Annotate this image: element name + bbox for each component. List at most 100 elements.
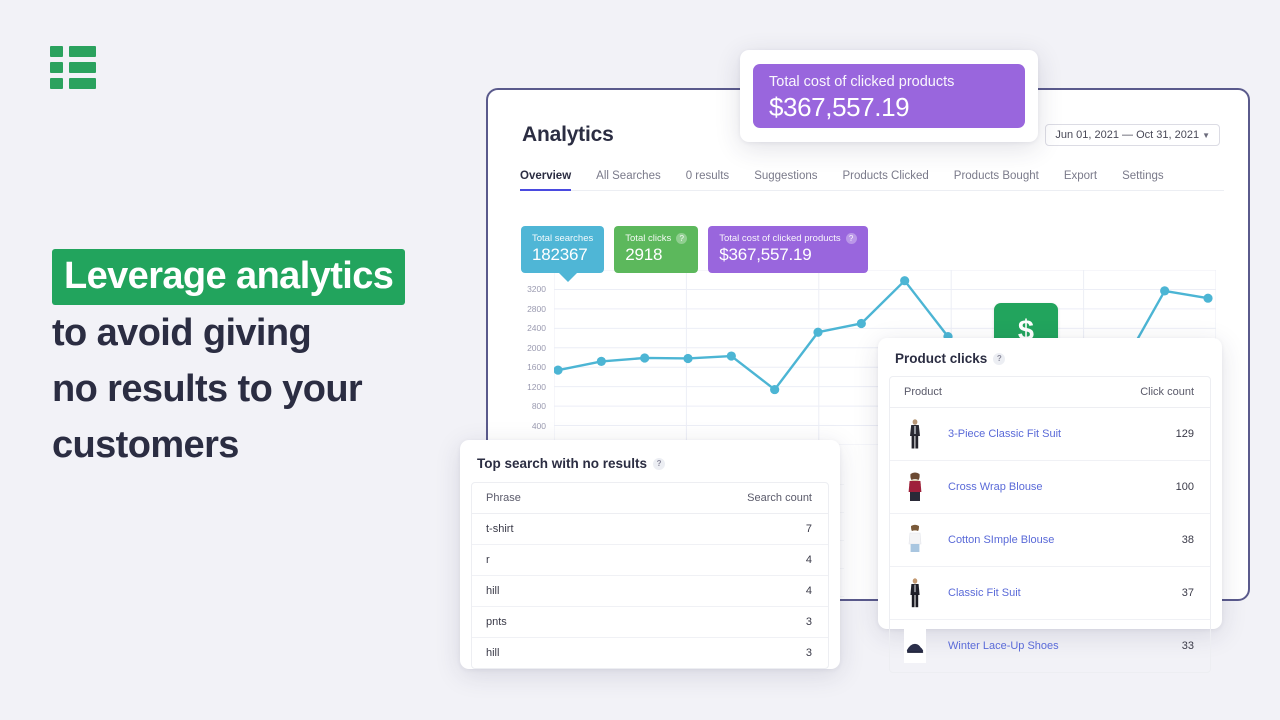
chart-y-tick: 1600 xyxy=(527,362,546,373)
cell-product: 3-Piece Classic Fit Suit xyxy=(890,407,1118,461)
shoe-navy-thumb xyxy=(904,629,926,663)
chart-data-point[interactable] xyxy=(770,384,780,395)
tab-products-clicked[interactable]: Products Clicked xyxy=(842,170,928,191)
column-header-product: Product xyxy=(890,377,1118,408)
tab-label: Products Bought xyxy=(953,170,1039,182)
tab-products-bought[interactable]: Products Bought xyxy=(954,170,1039,191)
headline-line-4: customers xyxy=(52,424,239,466)
cell-search-count: 4 xyxy=(606,575,828,607)
stat-chip-total-clicks[interactable]: Total clicks? 2918 xyxy=(614,226,699,273)
cell-search-count: 3 xyxy=(606,606,828,638)
chart-data-point[interactable] xyxy=(596,356,606,366)
cell-product: Cross Wrap Blouse xyxy=(890,460,1118,514)
table-row[interactable]: pnts 3 xyxy=(472,606,828,638)
tab-0-results[interactable]: 0 results xyxy=(686,170,729,191)
chart-y-tick: 2800 xyxy=(527,303,546,314)
table-row[interactable]: hill 3 xyxy=(472,638,828,669)
product-link[interactable]: Cotton SImple Blouse xyxy=(948,534,1054,546)
stat-chip-label-text: Total searches xyxy=(532,233,594,244)
stat-chip-total-searches[interactable]: Total searches 182367 xyxy=(521,226,605,282)
tab-overview[interactable]: Overview xyxy=(520,170,572,191)
logo-row xyxy=(50,78,96,89)
cell-click-count: 100 xyxy=(1117,460,1210,514)
question-mark-icon[interactable]: ? xyxy=(653,457,666,470)
product-clicks-table-body: 3-Piece Classic Fit Suit 129 Cross Wrap Bl… xyxy=(890,407,1210,673)
logo-row xyxy=(50,62,96,73)
cell-phrase: hill xyxy=(472,575,607,607)
cell-click-count: 33 xyxy=(1181,640,1194,652)
cell-phrase: hill xyxy=(486,647,500,659)
tab-all-searches[interactable]: All Searches xyxy=(596,170,661,191)
question-mark-icon[interactable]: ? xyxy=(676,233,688,244)
chart-data-point[interactable] xyxy=(640,353,650,363)
logo-bar xyxy=(69,78,96,89)
tab-label: Export xyxy=(1063,170,1098,182)
table-header-row: Phrase Search count xyxy=(472,483,828,514)
chart-y-tick: 2000 xyxy=(527,342,546,353)
cell-search-count: 3 xyxy=(805,647,812,659)
date-range-label: Jun 01, 2021 — Oct 31, 2021 xyxy=(1055,129,1200,141)
product-link[interactable]: Winter Lace-Up Shoes xyxy=(948,640,1059,652)
table-row[interactable]: t-shirt 7 xyxy=(472,513,828,545)
tab-suggestions[interactable]: Suggestions xyxy=(754,170,817,191)
chart-data-point[interactable] xyxy=(1203,293,1213,303)
question-mark-icon[interactable]: ? xyxy=(845,233,857,244)
product-clicks-card-title: Product clicks ? xyxy=(895,351,1222,366)
top-search-no-results-card: Top search with no results ? Phrase Sear… xyxy=(460,440,840,669)
tab-label: Settings xyxy=(1122,170,1164,182)
table-row[interactable]: hill 4 xyxy=(472,575,828,607)
total-cost-tooltip-body: Total cost of clicked products $367,557.… xyxy=(753,64,1025,128)
cell-product: Winter Lace-Up Shoes xyxy=(890,620,1117,673)
chart-data-point[interactable] xyxy=(726,351,736,361)
column-header-click-count: Click count xyxy=(1117,377,1210,408)
tab-label: Products Clicked xyxy=(842,170,929,182)
chart-data-point[interactable] xyxy=(1160,286,1170,296)
chart-data-point[interactable] xyxy=(856,318,866,329)
table-row[interactable]: Classic Fit Suit 37 xyxy=(890,566,1210,620)
tab-export[interactable]: Export xyxy=(1064,170,1097,191)
stat-chip-value: $367,557.19 xyxy=(719,245,812,264)
page-root: Leverage analytics to avoid giving no re… xyxy=(0,0,1280,720)
stat-chip-label: Total cost of clicked products? xyxy=(719,233,857,244)
product-link[interactable]: Classic Fit Suit xyxy=(948,587,1021,599)
logo-square xyxy=(50,62,63,73)
brand-logo-icon[interactable] xyxy=(50,46,96,90)
chart-data-point[interactable] xyxy=(813,327,823,337)
product-clicks-table-wrapper: Product Click count 3-Piece Classic Fit … xyxy=(889,376,1211,673)
chevron-down-icon: ▼ xyxy=(1202,131,1210,140)
table-row[interactable]: Winter Lace-Up Shoes 33 xyxy=(890,620,1210,673)
stat-chip-label: Total searches xyxy=(532,233,593,244)
stat-chip-pointer xyxy=(559,273,577,282)
chart-y-axis: 36003200280024002000160012008004000 xyxy=(516,265,550,450)
total-cost-tooltip-label: Total cost of clicked products xyxy=(769,74,955,90)
product-link[interactable]: Cross Wrap Blouse xyxy=(948,481,1043,493)
date-range-picker[interactable]: Jun 01, 2021 — Oct 31, 2021 ▼ xyxy=(1045,124,1220,146)
cell-click-count: 38 xyxy=(1117,513,1210,567)
tab-bar: Overview All Searches 0 results Suggestions… xyxy=(520,170,1224,191)
table-row[interactable]: Cotton SImple Blouse 38 xyxy=(890,513,1210,567)
headline-line-1: Leverage analytics xyxy=(52,248,472,305)
chart-data-point[interactable] xyxy=(900,276,910,286)
product-clicks-title-text: Product clicks xyxy=(895,351,988,366)
logo-row xyxy=(50,46,96,57)
product-link[interactable]: 3-Piece Classic Fit Suit xyxy=(948,428,1061,440)
chart-data-point[interactable] xyxy=(683,353,693,364)
cell-search-count: 4 xyxy=(606,544,828,576)
question-mark-icon[interactable]: ? xyxy=(993,352,1006,365)
tab-settings[interactable]: Settings xyxy=(1122,170,1164,191)
chart-y-tick: 1200 xyxy=(527,381,546,392)
tab-label: Suggestions xyxy=(754,170,818,182)
tab-label: 0 results xyxy=(685,170,730,182)
logo-bar xyxy=(69,62,96,73)
stat-chip-value: 2918 xyxy=(625,245,663,264)
cell-product: Classic Fit Suit xyxy=(890,566,1118,620)
headline-line-3: no results to your xyxy=(52,368,363,410)
table-row[interactable]: Cross Wrap Blouse 100 xyxy=(890,460,1210,514)
table-row[interactable]: r4 xyxy=(472,544,828,576)
logo-square xyxy=(50,78,63,89)
total-cost-tooltip-value: $367,557.19 xyxy=(769,92,910,122)
stat-chip-total-cost-of-clicked-products[interactable]: Total cost of clicked products? $367,557.… xyxy=(708,226,868,273)
stat-chip-group: Total searches 182367 Total clicks? 2918 Tot… xyxy=(521,226,868,282)
table-row[interactable]: 3-Piece Classic Fit Suit 129 xyxy=(890,407,1210,461)
page-title: Analytics xyxy=(522,123,614,146)
